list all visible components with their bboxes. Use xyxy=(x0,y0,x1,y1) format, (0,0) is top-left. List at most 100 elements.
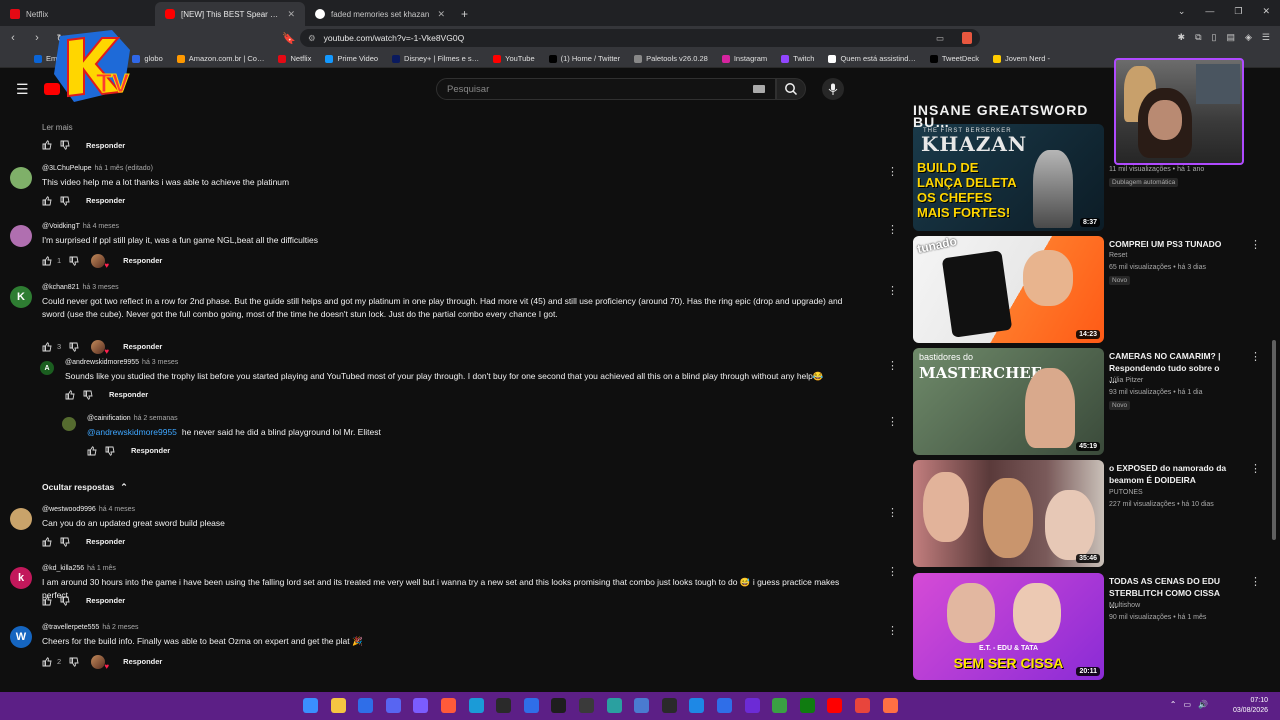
taskbar-app-icon[interactable] xyxy=(579,698,594,713)
dislike-icon[interactable] xyxy=(69,657,79,667)
more-options-icon[interactable]: ⋮ xyxy=(1250,238,1261,251)
taskbar-app-icon[interactable] xyxy=(882,698,898,713)
like-icon[interactable] xyxy=(42,255,52,266)
more-options-icon[interactable]: ⋮ xyxy=(887,284,898,298)
tab-youtube-video[interactable]: [NEW] This BEST Spear Build DE… ✕ xyxy=(155,2,305,26)
taskbar-app-icon[interactable] xyxy=(523,698,539,713)
chevron-up-icon[interactable]: ⌃ xyxy=(1170,700,1177,709)
video-title[interactable]: INSANE GREATSWORD BU… xyxy=(913,103,1104,129)
scrollbar[interactable] xyxy=(1272,110,1276,692)
video-channel[interactable]: Júlia Pitzer xyxy=(1109,377,1143,384)
reply-button[interactable]: Responder xyxy=(86,196,125,205)
tab-search-icon[interactable]: ⌄ xyxy=(1178,6,1186,17)
volume-icon[interactable]: 🔊 xyxy=(1198,700,1208,709)
bookmark-item[interactable]: Instagram xyxy=(721,54,767,63)
dislike-icon[interactable] xyxy=(69,256,79,266)
more-options-icon[interactable]: ⋮ xyxy=(887,624,898,638)
tab-google-search[interactable]: faded memories set khazan - Pesqui… ✕ xyxy=(305,2,455,26)
taskbar-app-icon[interactable] xyxy=(606,698,622,713)
like-icon[interactable] xyxy=(42,595,52,606)
taskbar-app-icon[interactable] xyxy=(330,698,346,713)
taskbar-app-icon[interactable] xyxy=(413,698,429,713)
reply-button[interactable]: Responder xyxy=(131,446,170,455)
minimize-icon[interactable]: — xyxy=(1205,6,1214,17)
bookmark-item[interactable]: Amazon.com.br | Co… xyxy=(176,54,264,63)
dislike-icon[interactable] xyxy=(105,446,115,456)
reply-button[interactable]: Responder xyxy=(123,657,162,666)
forward-icon[interactable]: › xyxy=(30,31,44,45)
taskbar-app-icon[interactable] xyxy=(717,698,732,713)
user-avatar[interactable]: k xyxy=(10,567,32,589)
taskbar-app-icon[interactable] xyxy=(689,698,705,713)
puzzle-icon[interactable]: ⧉ xyxy=(1195,32,1201,43)
like-icon[interactable] xyxy=(42,195,52,206)
dislike-icon[interactable] xyxy=(60,196,70,206)
address-bar[interactable]: ⚙ youtube.com/watch?v=-1-Vke8VG0Q ▭ xyxy=(300,29,980,47)
comment-author[interactable]: @kd_killa256 há 1 mês xyxy=(42,565,116,572)
user-avatar[interactable] xyxy=(10,508,32,530)
user-avatar[interactable]: W xyxy=(10,626,32,648)
video-title[interactable]: COMPREI UM PS3 TUNADO xyxy=(1109,238,1229,250)
dislike-icon[interactable] xyxy=(60,537,70,547)
video-thumbnail[interactable]: 35:46 xyxy=(913,460,1104,567)
reply-button[interactable]: Responder xyxy=(86,537,125,546)
more-options-icon[interactable]: ⋮ xyxy=(887,565,898,579)
taskbar-app-icon[interactable] xyxy=(827,698,843,713)
clock[interactable]: 07:10 03/08/2026 xyxy=(1233,696,1268,716)
cast-icon[interactable]: ▭ xyxy=(936,33,944,44)
close-tab-icon[interactable]: ✕ xyxy=(287,9,295,20)
more-options-icon[interactable]: ⋮ xyxy=(887,359,898,373)
search-input[interactable]: Pesquisar xyxy=(436,78,776,100)
new-tab-icon[interactable]: + xyxy=(461,7,468,21)
taskbar-app-icon[interactable] xyxy=(855,698,870,713)
recommended-video[interactable]: E.T. - EDU & TATA SEM SER CISSA 20:11 TODAS… xyxy=(913,573,1275,683)
taskbar-app-icon[interactable] xyxy=(799,698,815,713)
wallet-icon[interactable]: ▤ xyxy=(1226,32,1235,43)
taskbar-app-icon[interactable] xyxy=(441,698,456,713)
bookmark-item[interactable]: Prime Video xyxy=(325,54,378,63)
comment-author[interactable]: @cainification há 2 semanas xyxy=(87,415,178,422)
taskbar-app-icon[interactable] xyxy=(744,698,760,713)
more-options-icon[interactable]: ⋮ xyxy=(1250,350,1261,363)
site-info-icon[interactable]: ⚙ xyxy=(308,33,316,44)
more-options-icon[interactable]: ⋮ xyxy=(887,506,898,520)
reply-button[interactable]: Responder xyxy=(86,596,125,605)
taskbar-app-icon[interactable] xyxy=(468,698,484,713)
video-thumbnail[interactable]: E.T. - EDU & TATA SEM SER CISSA 20:11 xyxy=(913,573,1104,680)
like-icon[interactable] xyxy=(65,389,75,400)
comment-author[interactable]: @3LChuPelupe há 1 mês (editado) xyxy=(42,165,153,172)
close-tab-icon[interactable]: ✕ xyxy=(437,9,445,20)
taskbar-app-icon[interactable] xyxy=(661,698,677,713)
like-icon[interactable] xyxy=(42,536,52,547)
shield-icon[interactable]: ◈ xyxy=(1245,32,1252,43)
close-window-icon[interactable]: ✕ xyxy=(1262,6,1270,17)
more-options-icon[interactable]: ⋮ xyxy=(887,165,898,179)
recommended-video[interactable]: bastidores do MASTERCHEF 45:19 CAMERAS NO C… xyxy=(913,348,1275,458)
system-tray[interactable]: ⌃ ▭ 🔊 xyxy=(1170,700,1208,709)
video-thumbnail[interactable]: THE FIRST BERSERKER KHAZAN BUILD DE LANÇA … xyxy=(913,124,1104,231)
reply-button[interactable]: Responder xyxy=(86,141,125,150)
bookmark-item[interactable]: Disney+ | Filmes e s… xyxy=(392,54,479,63)
comment-author[interactable]: @westwood9996 há 4 meses xyxy=(42,506,135,513)
sidebar-icon[interactable]: ▯ xyxy=(1212,32,1217,43)
like-icon[interactable] xyxy=(87,445,97,456)
dislike-icon[interactable] xyxy=(69,342,79,352)
dislike-icon[interactable] xyxy=(83,390,93,400)
taskbar-app-icon[interactable] xyxy=(772,698,788,713)
taskbar-app-icon[interactable] xyxy=(634,698,650,713)
bookmark-item[interactable]: Jovem Nerd - xyxy=(993,54,1050,63)
restore-icon[interactable]: ❐ xyxy=(1234,6,1242,17)
recommended-video[interactable]: 35:46 o EXPOSED do namorado da beamom É D… xyxy=(913,460,1275,570)
bookmark-item[interactable]: Twitch xyxy=(781,54,814,63)
recommended-video[interactable]: tunado 14:23 COMPREI UM PS3 TUNADO Reset 65 … xyxy=(913,236,1275,346)
dislike-icon[interactable] xyxy=(60,596,70,606)
comment-author[interactable]: @VoidkingT há 4 meses xyxy=(42,223,119,230)
tab-netflix[interactable]: Netflix xyxy=(0,2,155,26)
dislike-icon[interactable] xyxy=(60,140,70,150)
read-more-link[interactable]: Ler mais xyxy=(42,122,73,135)
like-icon[interactable] xyxy=(42,656,52,667)
bookmark-item[interactable]: Quem está assistind… xyxy=(828,54,916,63)
more-options-icon[interactable]: ⋮ xyxy=(1250,462,1261,475)
bookmark-item[interactable]: Netflix xyxy=(278,54,311,63)
search-button[interactable] xyxy=(776,78,806,100)
